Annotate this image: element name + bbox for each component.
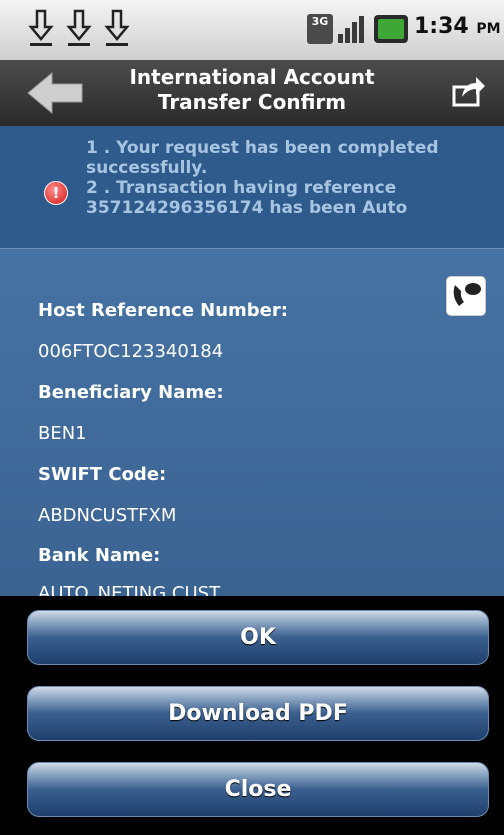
download-notification-icon bbox=[66, 9, 92, 46]
status-message: 1 . Your request has been completed succ… bbox=[86, 138, 439, 218]
download-notification-icon bbox=[28, 9, 54, 46]
back-arrow-icon[interactable] bbox=[26, 70, 84, 116]
bank-name-value: AUTO_NETING CUST bbox=[38, 583, 221, 596]
button-panel: OK Download PDF Close bbox=[0, 596, 504, 835]
message-box: ! 1 . Your request has been completed su… bbox=[0, 126, 504, 249]
host-reference-label: Host Reference Number: bbox=[38, 300, 288, 321]
status-bar: 3G 1:34 PM bbox=[0, 0, 504, 61]
download-notification-icon bbox=[104, 9, 130, 46]
contact-phone-icon[interactable] bbox=[446, 276, 486, 316]
ok-button[interactable]: OK bbox=[27, 610, 489, 665]
clock: 1:34 PM bbox=[414, 14, 501, 39]
swift-code-value: ABDNCUSTFXM bbox=[38, 505, 177, 526]
share-icon[interactable] bbox=[452, 75, 486, 107]
close-button[interactable]: Close bbox=[27, 762, 489, 817]
bank-name-label: Bank Name: bbox=[38, 545, 161, 566]
signal-strength-icon bbox=[338, 16, 364, 43]
beneficiary-name-value: BEN1 bbox=[38, 423, 87, 444]
screen: 3G 1:34 PM International Account Transfe… bbox=[0, 0, 504, 835]
title-bar: International Account Transfer Confirm bbox=[0, 60, 504, 127]
battery-icon bbox=[374, 15, 408, 43]
confirmation-content[interactable]: ! 1 . Your request has been completed su… bbox=[0, 126, 504, 596]
swift-code-label: SWIFT Code: bbox=[38, 464, 167, 485]
page-title: International Account Transfer Confirm bbox=[129, 65, 375, 114]
network-3g-icon: 3G bbox=[307, 14, 333, 44]
download-pdf-button[interactable]: Download PDF bbox=[27, 686, 489, 741]
alert-icon: ! bbox=[44, 181, 68, 205]
beneficiary-name-label: Beneficiary Name: bbox=[38, 382, 224, 403]
host-reference-value: 006FTOC123340184 bbox=[38, 341, 224, 362]
